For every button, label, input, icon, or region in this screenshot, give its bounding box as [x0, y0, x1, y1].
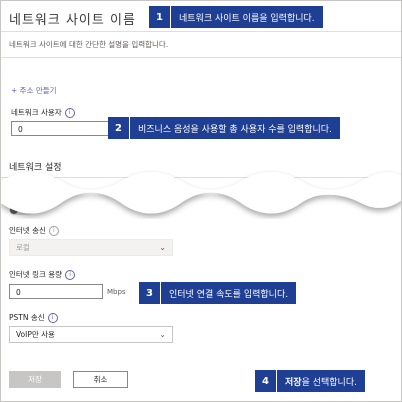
pstn-egress-label-row: PSTN 송신 i — [9, 312, 58, 323]
divider — [1, 31, 401, 32]
page-title: 네트워크 사이트 이름 — [9, 13, 136, 28]
internet-egress-label-row: 인터넷 송신 i — [9, 225, 59, 236]
link-capacity-unit: Mbps — [107, 288, 126, 296]
pstn-egress-value: VoIP만 사용 — [16, 330, 55, 339]
pstn-egress-label: PSTN 송신 — [9, 313, 45, 322]
internet-egress-label: 인터넷 송신 — [9, 226, 46, 235]
description-field[interactable]: 네트워크 사이트에 대한 간단한 설명을 입력합니다. — [9, 39, 168, 50]
callout-text: 저장을 선택합니다. — [277, 375, 365, 388]
callout-rest-text: 을 선택합니다. — [301, 377, 357, 388]
callout-text: 네트워크 사이트 이름을 입력합니다. — [179, 13, 315, 24]
callout-2: 2 비즈니스 음성을 사용할 총 사용자 수를 입력합니다. — [108, 117, 340, 139]
users-label: 네트워크 사용자 — [11, 108, 62, 117]
info-circle-icon[interactable]: i — [65, 270, 76, 280]
internet-egress-value: 로컬 — [16, 243, 30, 252]
info-circle-icon[interactable]: i — [48, 226, 59, 236]
callout-1: 1 네트워크 사이트 이름을 입력합니다. — [149, 6, 323, 28]
callout-number: 1 — [149, 6, 171, 28]
add-address-link[interactable]: + 주소 만들기 — [11, 85, 57, 96]
info-circle-icon[interactable]: i — [64, 108, 75, 118]
divider — [1, 57, 401, 58]
network-site-panel: 네트워크 사이트 이름 네트워크 사이트에 대한 간단한 설명을 입력합니다. … — [0, 0, 402, 402]
callout-number: 4 — [255, 370, 277, 392]
callout-text: 인터넷 연결 속도를 입력합니다. — [169, 289, 289, 300]
internet-egress-select[interactable]: 로컬 ⌄ — [9, 239, 173, 256]
chevron-down-icon: ⌄ — [159, 243, 166, 252]
save-button[interactable]: 저장 — [9, 371, 61, 388]
callout-bold-text: 저장 — [285, 377, 302, 388]
info-circle-icon[interactable]: i — [47, 313, 58, 323]
callout-4: 4 저장을 선택합니다. — [255, 370, 365, 392]
callout-text: 비즈니스 음성을 사용할 총 사용자 수를 입력합니다. — [138, 124, 332, 135]
torn-edge-graphic — [1, 172, 401, 214]
callout-number: 2 — [108, 117, 130, 139]
link-capacity-label-row: 인터넷 링크 용량 i — [9, 269, 76, 280]
callout-3: 3 인터넷 연결 속도를 입력합니다. — [139, 282, 297, 304]
chevron-down-icon: ⌄ — [159, 330, 166, 339]
callout-number: 3 — [139, 282, 161, 304]
link-capacity-label: 인터넷 링크 용량 — [9, 270, 63, 279]
users-label-row: 네트워크 사용자 i — [11, 107, 75, 118]
link-capacity-input[interactable]: 0 — [9, 284, 103, 299]
pstn-egress-select[interactable]: VoIP만 사용 ⌄ — [9, 326, 173, 343]
cancel-button[interactable]: 취소 — [73, 371, 128, 388]
